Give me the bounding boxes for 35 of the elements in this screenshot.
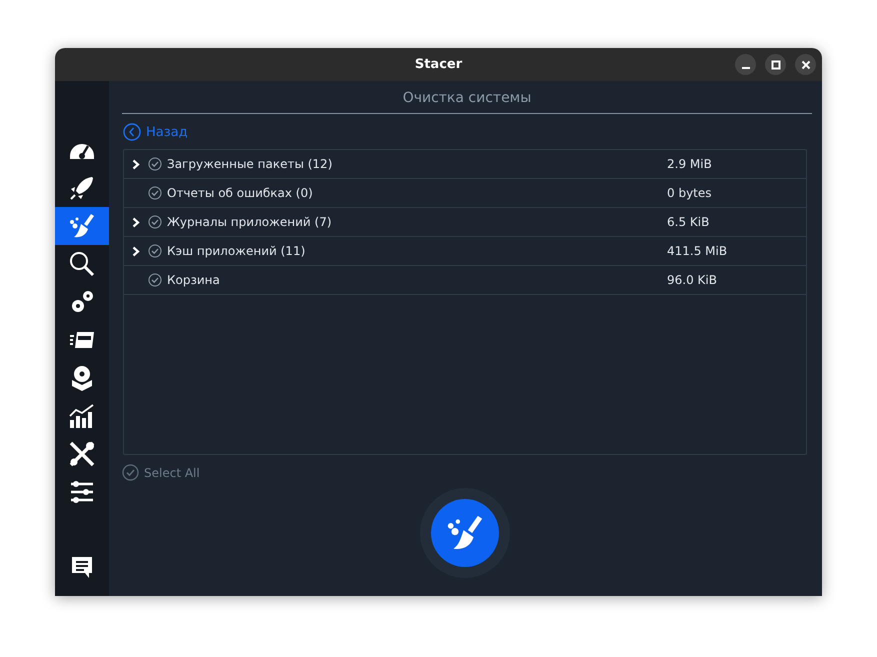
chart-icon — [68, 402, 96, 430]
category-size: 6.5 KiB — [667, 215, 710, 229]
checkbox[interactable] — [148, 157, 162, 171]
checkbox[interactable] — [148, 244, 162, 258]
checkbox[interactable] — [148, 215, 162, 229]
sliders-icon — [68, 478, 96, 506]
category-size: 0 bytes — [667, 186, 712, 200]
back-icon — [123, 123, 141, 141]
broom-icon — [68, 212, 96, 240]
back-link[interactable]: Назад — [123, 123, 188, 141]
tools-icon — [68, 440, 96, 468]
select-all-label: Select All — [144, 466, 200, 480]
maximize-button[interactable] — [765, 54, 786, 75]
page-title: Очистка системы — [122, 81, 812, 114]
window-title: Stacer — [414, 57, 462, 72]
category-size: 2.9 MiB — [667, 157, 712, 171]
maximize-icon — [770, 60, 780, 70]
category-size: 411.5 MiB — [667, 244, 728, 258]
search-icon — [68, 250, 96, 278]
clean-button[interactable] — [431, 499, 499, 567]
category-name: Отчеты об ошибках (0) — [167, 186, 314, 200]
message-icon — [69, 554, 95, 580]
category-size: 96.0 KiB — [667, 273, 717, 287]
category-name: Журналы приложений (7) — [167, 215, 333, 229]
category-name: Корзина — [167, 273, 221, 287]
category-name: Кэш приложений (11) — [167, 244, 306, 258]
close-icon — [800, 60, 810, 70]
checkbox[interactable] — [148, 186, 162, 200]
rocket-icon — [68, 174, 96, 202]
minimize-icon — [742, 66, 750, 68]
category-name: Загруженные пакеты (12) — [167, 157, 334, 171]
close-button[interactable] — [795, 54, 816, 75]
checkbox[interactable] — [148, 273, 162, 287]
select-all-checkbox[interactable] — [122, 464, 139, 481]
minimize-button[interactable] — [735, 54, 756, 75]
